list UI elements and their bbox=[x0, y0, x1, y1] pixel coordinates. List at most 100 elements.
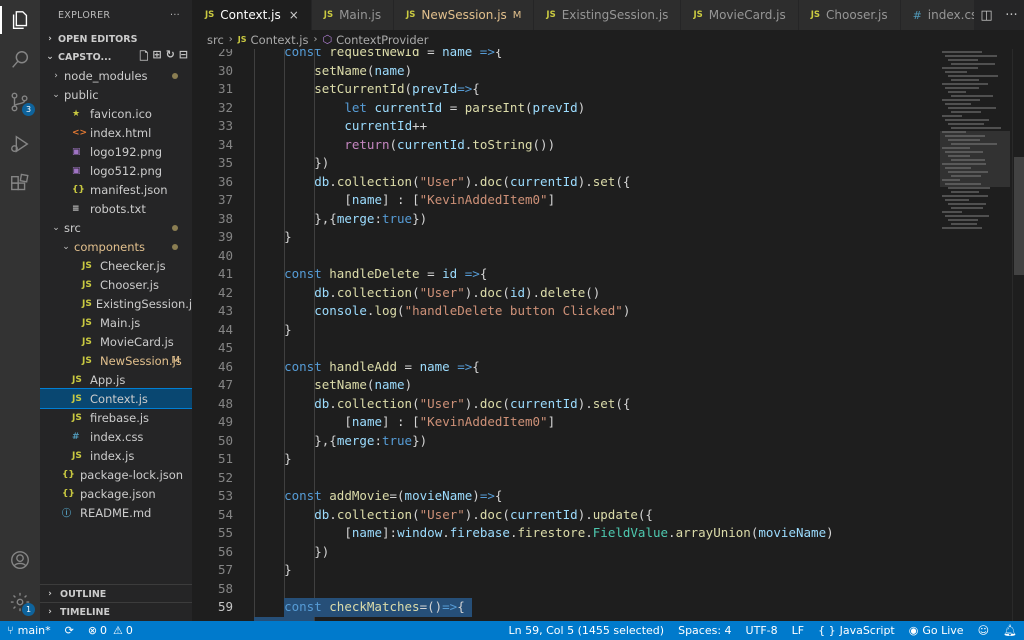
notifications-bell-icon[interactable]: 🔔︎ bbox=[996, 621, 1024, 640]
open-editors-section[interactable]: › OPEN EDITORS bbox=[40, 30, 192, 48]
tree-file[interactable]: JS MovieCard.js bbox=[40, 332, 192, 351]
code-line[interactable]: 40 bbox=[193, 247, 938, 266]
run-debug-icon[interactable] bbox=[8, 132, 32, 156]
code-line[interactable]: 50},{merge:true}) bbox=[193, 432, 938, 451]
tree-file[interactable]: JS ExistingSession.js bbox=[40, 294, 192, 313]
search-icon[interactable] bbox=[8, 48, 32, 72]
code-line[interactable]: 51} bbox=[193, 450, 938, 469]
problems-indicator[interactable]: ⊗ 0 ⚠ 0 bbox=[81, 621, 140, 640]
tree-file[interactable]: # index.css bbox=[40, 427, 192, 446]
code-token: doc bbox=[479, 173, 503, 189]
breadcrumb-folder[interactable]: src bbox=[207, 33, 224, 47]
tree-file[interactable]: JS firebase.js bbox=[40, 408, 192, 427]
encoding[interactable]: UTF-8 bbox=[739, 621, 785, 640]
sync-button[interactable]: ⟳ bbox=[58, 621, 81, 640]
code-line[interactable]: 36 db.collection("User").doc(currentId).s… bbox=[193, 173, 938, 192]
tree-file[interactable]: ⓘ README.md bbox=[40, 503, 192, 522]
code-editor[interactable]: 29 const requestNewId = name =>{30 setName… bbox=[193, 49, 938, 621]
account-icon[interactable] bbox=[8, 548, 32, 572]
code-line[interactable]: 32 let currentId = parseInt(prevId) bbox=[193, 99, 938, 118]
feedback-icon[interactable]: ☺ bbox=[971, 621, 996, 640]
end-of-line[interactable]: LF bbox=[785, 621, 811, 640]
settings-gear-icon[interactable]: 1 bbox=[8, 590, 35, 616]
tree-file[interactable]: ≡ robots.txt bbox=[40, 199, 192, 218]
code-line[interactable]: 37 [name] : ["KevinAddedItem0"] bbox=[193, 191, 938, 210]
branch-indicator[interactable]: ⑂ main* bbox=[0, 621, 58, 640]
tree-file[interactable]: {} package-lock.json bbox=[40, 465, 192, 484]
tree-file[interactable]: {} manifest.json bbox=[40, 180, 192, 199]
code-line[interactable]: 59 const checkMatches=()=>{ bbox=[193, 598, 938, 617]
tree-file[interactable]: ▣ logo512.png bbox=[40, 161, 192, 180]
code-line[interactable]: 34 return(currentId.toString()) bbox=[193, 136, 938, 155]
code-line[interactable]: 35}) bbox=[193, 154, 938, 173]
tree-folder[interactable]: ⌄ components bbox=[40, 237, 192, 256]
code-line[interactable]: 52 bbox=[193, 469, 938, 488]
tab-context-js[interactable]: JS Context.js × bbox=[193, 0, 312, 30]
code-line[interactable]: 48 db.collection("User").doc(currentId).s… bbox=[193, 395, 938, 414]
more-actions-icon[interactable]: ··· bbox=[1005, 8, 1017, 23]
explorer-icon[interactable] bbox=[8, 8, 32, 32]
minimap[interactable] bbox=[938, 49, 1012, 621]
breadcrumb-symbol[interactable]: ContextProvider bbox=[336, 33, 428, 47]
code-line[interactable]: 41 const handleDelete = id =>{ bbox=[193, 265, 938, 284]
tree-file[interactable]: JS Context.js bbox=[40, 388, 192, 409]
extensions-icon[interactable] bbox=[8, 172, 32, 196]
tab-existingsession-js[interactable]: JS ExistingSession.js bbox=[534, 0, 682, 30]
code-line[interactable]: 31 setCurrentId(prevId=>{ bbox=[193, 80, 938, 99]
code-line[interactable]: 47 setName(name) bbox=[193, 376, 938, 395]
code-line[interactable]: 45 bbox=[193, 339, 938, 358]
tree-file[interactable]: <> index.html bbox=[40, 123, 192, 142]
code-line[interactable]: 44} bbox=[193, 321, 938, 340]
tree-file[interactable]: JS App.js bbox=[40, 370, 192, 389]
tree-file[interactable]: {} package.json bbox=[40, 484, 192, 503]
explorer-more-icon[interactable]: ··· bbox=[170, 10, 180, 21]
code-line[interactable]: 33 currentId++ bbox=[193, 117, 938, 136]
code-line[interactable]: 43 console.log("handleDelete button Click… bbox=[193, 302, 938, 321]
code-line[interactable]: 38},{merge:true}) bbox=[193, 210, 938, 229]
code-line[interactable]: 54 db.collection("User").doc(currentId).u… bbox=[193, 506, 938, 525]
code-line[interactable]: 30 setName(name) bbox=[193, 62, 938, 81]
tree-folder[interactable]: › node_modules bbox=[40, 66, 192, 85]
tree-folder[interactable]: ⌄ public bbox=[40, 85, 192, 104]
indentation[interactable]: Spaces: 4 bbox=[671, 621, 738, 640]
code-line[interactable]: 46 const handleAdd = name =>{ bbox=[193, 358, 938, 377]
cursor-position[interactable]: Ln 59, Col 5 (1455 selected) bbox=[502, 621, 672, 640]
tree-file[interactable]: ★ favicon.ico bbox=[40, 104, 192, 123]
timeline-section[interactable]: › TIMELINE bbox=[40, 602, 192, 621]
code-line[interactable]: 55 [name]:window.firebase.firestore.Field… bbox=[193, 524, 938, 543]
editor-scrollbar[interactable] bbox=[1012, 49, 1024, 621]
code-line[interactable]: 57} bbox=[193, 561, 938, 580]
new-folder-icon[interactable]: ⊞ bbox=[152, 48, 161, 67]
close-icon[interactable]: × bbox=[289, 8, 299, 22]
code-line[interactable]: 58 bbox=[193, 580, 938, 599]
split-editor-icon[interactable]: ◫ bbox=[980, 8, 992, 23]
tree-file[interactable]: ▣ logo192.png bbox=[40, 142, 192, 161]
breadcrumb-file[interactable]: Context.js bbox=[251, 33, 309, 47]
refresh-icon[interactable]: ↻ bbox=[166, 48, 175, 67]
tree-file[interactable]: JS Main.js bbox=[40, 313, 192, 332]
tab-chooser-js[interactable]: JS Chooser.js bbox=[798, 0, 901, 30]
scrollbar-thumb[interactable] bbox=[1014, 157, 1024, 275]
collapse-all-icon[interactable]: ⊟ bbox=[179, 48, 188, 67]
tree-folder[interactable]: ⌄ src bbox=[40, 218, 192, 237]
tree-file[interactable]: JS index.js bbox=[40, 446, 192, 465]
code-line[interactable]: 53 const addMovie=(movieName)=>{ bbox=[193, 487, 938, 506]
tree-file[interactable]: JS Chooser.js bbox=[40, 275, 192, 294]
code-line[interactable]: 56}) bbox=[193, 543, 938, 562]
go-live-button[interactable]: ◉ Go Live bbox=[902, 621, 971, 640]
code-line[interactable]: 29 const requestNewId = name =>{ bbox=[193, 49, 938, 62]
line-number: 29 bbox=[217, 49, 233, 59]
outline-section[interactable]: › OUTLINE bbox=[40, 584, 192, 603]
source-control-icon[interactable]: 3 bbox=[8, 90, 35, 116]
tab-main-js[interactable]: JS Main.js bbox=[311, 0, 395, 30]
project-section[interactable]: ⌄ CAPSTO... 🗋 ⊞ ↻ ⊟ bbox=[40, 48, 192, 66]
tab-moviecard-js[interactable]: JS MovieCard.js bbox=[681, 0, 799, 30]
language-mode[interactable]: { } JavaScript bbox=[811, 621, 902, 640]
code-line[interactable]: 49 [name] : ["KevinAddedItem0"] bbox=[193, 413, 938, 432]
tree-file[interactable]: JS Cheecker.js bbox=[40, 256, 192, 275]
tab-newsession-js[interactable]: JS NewSession.js M bbox=[394, 0, 535, 30]
tree-file[interactable]: JS NewSession.js M bbox=[40, 351, 192, 370]
code-line[interactable]: 42 db.collection("User").doc(id).delete() bbox=[193, 284, 938, 303]
code-line[interactable]: 39} bbox=[193, 228, 938, 247]
new-file-icon[interactable]: 🗋 bbox=[139, 48, 148, 67]
